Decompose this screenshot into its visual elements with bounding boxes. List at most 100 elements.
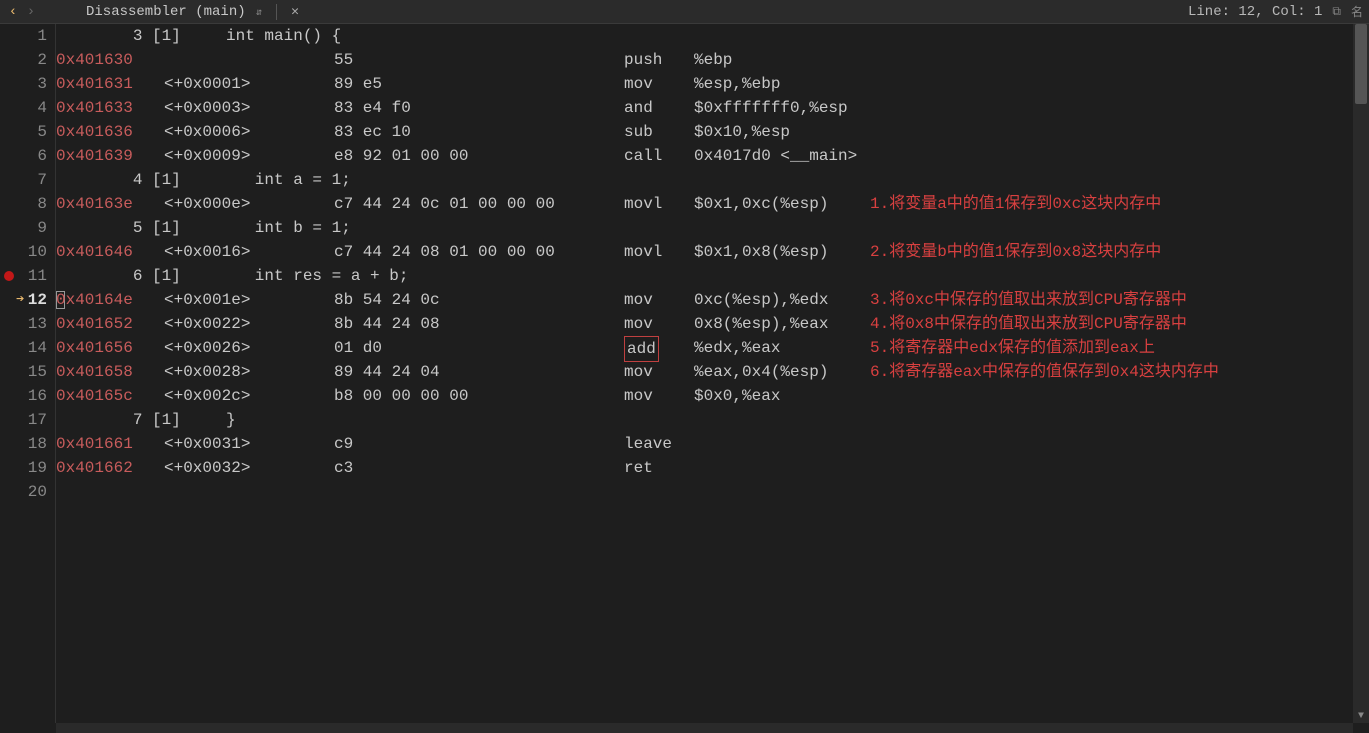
- mnemonic: mov: [624, 312, 653, 336]
- address: 0x40165c: [56, 384, 133, 408]
- code-line[interactable]: 0x401661<+0x0031>c9leave: [56, 432, 1369, 456]
- address: 0x40164e: [56, 288, 133, 312]
- code-line[interactable]: 0x401633<+0x0003>83 e4 f0and$0xfffffff0,…: [56, 96, 1369, 120]
- code-line[interactable]: 0x40163055push%ebp: [56, 48, 1369, 72]
- operands: $0x10,%esp: [694, 120, 790, 144]
- hex-bytes: 8b 54 24 0c: [334, 288, 440, 312]
- offset: <+0x0001>: [164, 72, 250, 96]
- line-number: 11: [0, 264, 47, 288]
- tab-title: Disassembler (main): [86, 4, 246, 20]
- line-number: 8: [0, 192, 47, 216]
- line-number: 14: [0, 336, 47, 360]
- source-line: 5 [1]: [56, 216, 181, 240]
- code-line[interactable]: 0x401636<+0x0006>83 ec 10sub$0x10,%esp: [56, 120, 1369, 144]
- code-line[interactable]: 3 [1] int main() {: [56, 24, 1369, 48]
- scroll-down-button[interactable]: ▼: [1353, 709, 1369, 723]
- code-line[interactable]: 0x40163e<+0x000e>c7 44 24 0c 01 00 00 00…: [56, 192, 1369, 216]
- line-number: 12➔: [0, 288, 47, 312]
- code-line[interactable]: 0x401652<+0x0022>8b 44 24 08mov0x8(%esp)…: [56, 312, 1369, 336]
- address: 0x401652: [56, 312, 133, 336]
- split-icon[interactable]: ⧉: [1332, 5, 1341, 19]
- divider: [276, 4, 277, 20]
- toolbar: ‹ › Disassembler (main) ⇵ ✕ Line: 12, Co…: [0, 0, 1369, 24]
- annotation: 2.将变量b中的值1保存到0x8这块内存中: [870, 240, 1161, 264]
- offset: <+0x0009>: [164, 144, 250, 168]
- cjk-icon[interactable]: 名: [1351, 3, 1363, 20]
- address: 0x401646: [56, 240, 133, 264]
- offset: <+0x0022>: [164, 312, 250, 336]
- source-code: int b = 1;: [226, 216, 351, 240]
- mnemonic: sub: [624, 120, 653, 144]
- hex-bytes: c7 44 24 08 01 00 00 00: [334, 240, 555, 264]
- annotation: 3.将0xc中保存的值取出来放到CPU寄存器中: [870, 288, 1187, 312]
- address: 0x401661: [56, 432, 133, 456]
- code-line[interactable]: 4 [1] int a = 1;: [56, 168, 1369, 192]
- scroll-thumb[interactable]: [1355, 24, 1367, 104]
- vertical-scrollbar[interactable]: ▲ ▼: [1353, 24, 1369, 723]
- close-tab-button[interactable]: ✕: [291, 4, 299, 19]
- current-line-arrow-icon: ➔: [16, 288, 24, 312]
- offset: <+0x001e>: [164, 288, 250, 312]
- operands: $0x1,0x8(%esp): [694, 240, 828, 264]
- line-number: 16: [0, 384, 47, 408]
- breakpoint-icon[interactable]: [4, 271, 14, 281]
- mnemonic: mov: [624, 384, 653, 408]
- mnemonic: mov: [624, 288, 653, 312]
- chevron-updown-icon: ⇵: [256, 8, 262, 19]
- mnemonic: ret: [624, 456, 653, 480]
- code-line[interactable]: 0x401639<+0x0009>e8 92 01 00 00call0x401…: [56, 144, 1369, 168]
- mnemonic: push: [624, 48, 662, 72]
- horizontal-scrollbar[interactable]: [56, 723, 1353, 733]
- hex-bytes: 83 ec 10: [334, 120, 411, 144]
- address: 0x401656: [56, 336, 133, 360]
- annotation: 1.将变量a中的值1保存到0xc这块内存中: [870, 192, 1161, 216]
- code-line[interactable]: 6 [1] int res = a + b;: [56, 264, 1369, 288]
- hex-bytes: b8 00 00 00 00: [334, 384, 468, 408]
- code-line[interactable]: [56, 480, 1369, 504]
- source-code: }: [226, 408, 236, 432]
- code-line[interactable]: 5 [1] int b = 1;: [56, 216, 1369, 240]
- offset: <+0x0006>: [164, 120, 250, 144]
- line-number: 4: [0, 96, 47, 120]
- code-line[interactable]: 0x401631<+0x0001>89 e5mov%esp,%ebp: [56, 72, 1369, 96]
- code-line[interactable]: 0x401662<+0x0032>c3ret: [56, 456, 1369, 480]
- line-number: 2: [0, 48, 47, 72]
- source-line: 3 [1]: [56, 24, 181, 48]
- mnemonic: mov: [624, 360, 653, 384]
- annotation: 4.将0x8中保存的值取出来放到CPU寄存器中: [870, 312, 1187, 336]
- line-number: 1: [0, 24, 47, 48]
- operands: %ebp: [694, 48, 732, 72]
- line-number: 9: [0, 216, 47, 240]
- code-area[interactable]: 3 [1]int main() {0x40163055push%ebp0x401…: [56, 24, 1369, 723]
- hex-bytes: 01 d0: [334, 336, 382, 360]
- source-line: 6 [1]: [56, 264, 181, 288]
- offset: <+0x0031>: [164, 432, 250, 456]
- line-col-status: Line: 12, Col: 1: [1188, 4, 1322, 20]
- hex-bytes: c3: [334, 456, 353, 480]
- annotation: 5.将寄存器中edx保存的值添加到eax上: [870, 336, 1155, 360]
- offset: <+0x000e>: [164, 192, 250, 216]
- code-line[interactable]: 7 [1]}: [56, 408, 1369, 432]
- code-line[interactable]: 0x40165c<+0x002c>b8 00 00 00 00mov$0x0,%…: [56, 384, 1369, 408]
- tab-title-dropdown[interactable]: Disassembler (main) ⇵: [80, 4, 268, 20]
- address: 0x401630: [56, 48, 133, 72]
- editor: 123456789101112➔1314151617181920 3 [1]in…: [0, 24, 1369, 723]
- operands: 0xc(%esp),%edx: [694, 288, 828, 312]
- code-line[interactable]: 0x401656<+0x0026>01 d0add%edx,%eax5.将寄存器…: [56, 336, 1369, 360]
- code-line[interactable]: 0x401658<+0x0028>89 44 24 04mov%eax,0x4(…: [56, 360, 1369, 384]
- hex-bytes: e8 92 01 00 00: [334, 144, 468, 168]
- source-code: int main() {: [226, 24, 341, 48]
- operands: %edx,%eax: [694, 336, 780, 360]
- line-number: 5: [0, 120, 47, 144]
- code-line[interactable]: 0x40164e <+0x001e> 8b 54 24 0c mov 0xc(%esp)…: [56, 288, 1369, 312]
- nav-back-button[interactable]: ‹: [4, 3, 22, 21]
- code-line[interactable]: 0x401646<+0x0016>c7 44 24 08 01 00 00 00…: [56, 240, 1369, 264]
- operands: $0x0,%eax: [694, 384, 780, 408]
- offset: <+0x0026>: [164, 336, 250, 360]
- gutter: 123456789101112➔1314151617181920: [0, 24, 56, 723]
- operands: $0xfffffff0,%esp: [694, 96, 848, 120]
- address: 0x401631: [56, 72, 133, 96]
- operands: 0x4017d0 <__main>: [694, 144, 857, 168]
- address: 0x401633: [56, 96, 133, 120]
- nav-forward-button[interactable]: ›: [22, 3, 40, 21]
